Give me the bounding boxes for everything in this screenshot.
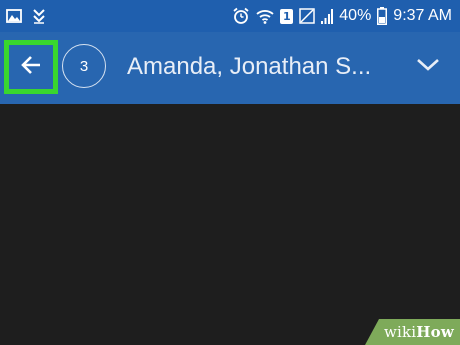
wifi-icon: [256, 8, 274, 24]
wikihow-watermark: wikiHow: [365, 319, 460, 345]
signal-icon: [321, 8, 334, 24]
image-icon: [6, 9, 22, 23]
conversation-header: 3 Amanda, Jonathan S...: [0, 32, 460, 104]
message-area: wikiHow: [0, 104, 460, 345]
conversation-title[interactable]: Amanda, Jonathan S...: [127, 52, 397, 82]
no-signal-icon: [299, 8, 316, 24]
expand-button[interactable]: [414, 54, 442, 78]
sim-icon: 1: [280, 8, 294, 24]
participant-count-avatar[interactable]: 3: [62, 44, 106, 88]
watermark-how: How: [416, 323, 454, 341]
alarm-icon: [232, 7, 250, 25]
chevron-down-icon: [416, 57, 440, 76]
battery-icon: [377, 7, 388, 25]
status-bar: 1 40% 9:37 AM: [0, 0, 460, 32]
watermark-wiki: wiki: [383, 323, 417, 341]
battery-percent: 40%: [339, 7, 372, 24]
clock: 9:37 AM: [393, 7, 452, 24]
download-check-icon: [32, 8, 46, 24]
arrow-left-icon: [19, 54, 43, 80]
back-button[interactable]: [4, 40, 58, 94]
